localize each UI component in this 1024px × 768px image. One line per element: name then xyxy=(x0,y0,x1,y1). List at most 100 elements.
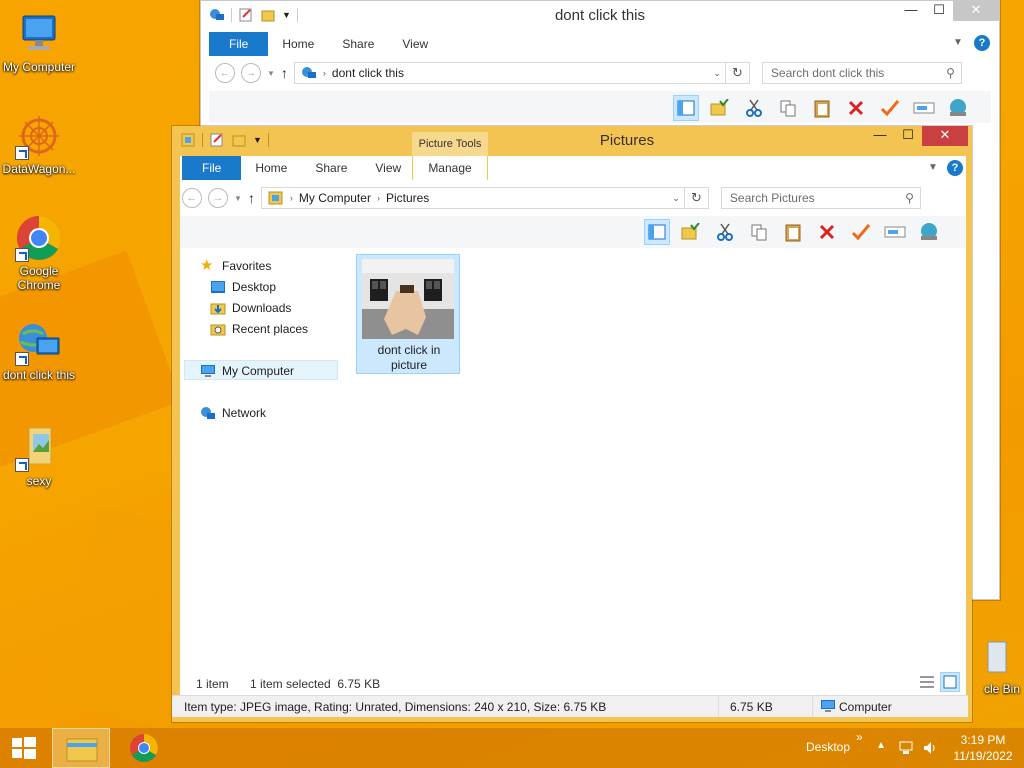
title-bar[interactable]: ▼ dont click this — ☐ ✕ xyxy=(201,1,999,31)
paste-icon[interactable] xyxy=(780,219,806,245)
desktop-icon-my-computer[interactable]: My Computer xyxy=(0,10,79,74)
tab-view[interactable]: View xyxy=(388,32,442,56)
pictures-library-icon[interactable] xyxy=(180,132,196,148)
search-input[interactable]: Search Pictures ⚲ xyxy=(720,187,921,209)
select-folder-icon[interactable] xyxy=(707,95,733,121)
close-button[interactable]: ✕ xyxy=(922,126,968,146)
start-button[interactable] xyxy=(0,728,48,768)
file-item-dont-click-in-picture[interactable]: dont click in picture xyxy=(356,254,460,374)
nav-favorites[interactable]: ★ Favorites xyxy=(200,256,271,276)
up-button[interactable]: ↑ xyxy=(281,65,288,81)
file-name-line: picture xyxy=(390,358,428,372)
close-button[interactable]: ✕ xyxy=(953,1,999,21)
details-bar: Item type: JPEG image, Rating: Unrated, … xyxy=(172,695,968,717)
status-item-count: 1 item xyxy=(196,677,229,691)
globe-icon[interactable] xyxy=(916,219,942,245)
ribbon-expand-icon[interactable]: ▼ xyxy=(953,37,963,48)
search-placeholder: Search dont click this xyxy=(770,66,885,80)
new-folder-icon[interactable] xyxy=(231,132,247,148)
nav-downloads[interactable]: Downloads xyxy=(210,298,291,318)
rename-icon[interactable] xyxy=(911,95,937,121)
explorer-window-pictures[interactable]: ▼ Picture Tools Pictures — ☐ ✕ File Home… xyxy=(172,126,972,722)
recent-dropdown-icon[interactable]: ▼ xyxy=(234,194,242,203)
large-icons-view-icon[interactable] xyxy=(940,672,960,692)
show-hidden-icons[interactable]: ▲ xyxy=(876,740,886,751)
address-bar[interactable]: › My Computer › Pictures ⌄ xyxy=(260,187,685,209)
back-button[interactable]: ← xyxy=(182,188,202,208)
clock[interactable]: 3:19 PM 11/19/2022 xyxy=(946,732,1020,764)
cut-icon[interactable] xyxy=(712,219,738,245)
refresh-button[interactable]: ↻ xyxy=(684,187,709,209)
volume-icon[interactable] xyxy=(922,740,938,759)
layout-pane-icon[interactable] xyxy=(673,95,699,121)
breadcrumb-pictures[interactable]: Pictures xyxy=(386,191,429,205)
network-computer-icon xyxy=(301,67,316,78)
tab-home[interactable]: Home xyxy=(241,156,301,180)
nav-my-computer[interactable]: My Computer xyxy=(200,361,294,381)
address-dropdown-icon[interactable]: ⌄ xyxy=(713,68,721,79)
maximize-button[interactable]: ☐ xyxy=(894,126,922,146)
taskbar-chrome[interactable] xyxy=(116,728,172,768)
tab-manage[interactable]: Manage xyxy=(412,156,488,180)
downloads-folder-icon xyxy=(210,301,226,315)
desktop-icon-google-chrome[interactable]: Google Chrome xyxy=(0,214,79,292)
ribbon-expand-icon[interactable]: ▼ xyxy=(928,162,938,173)
nav-network[interactable]: Network xyxy=(200,403,266,423)
maximize-button[interactable]: ☐ xyxy=(925,1,953,21)
checkmark-icon[interactable] xyxy=(848,219,874,245)
help-icon[interactable]: ? xyxy=(974,35,990,51)
toolbar-chevron-icon[interactable]: » xyxy=(856,730,863,744)
minimize-button[interactable]: — xyxy=(897,1,925,21)
checkmark-icon[interactable] xyxy=(877,95,903,121)
layout-pane-icon[interactable] xyxy=(644,219,670,245)
minimize-button[interactable]: — xyxy=(866,126,894,146)
nav-desktop[interactable]: Desktop xyxy=(210,277,276,297)
desktop-icon-label: DataWagon... xyxy=(2,162,76,176)
address-dropdown-icon[interactable]: ⌄ xyxy=(672,193,680,204)
refresh-button[interactable]: ↻ xyxy=(725,62,750,84)
desktop-toolbar-label[interactable]: Desktop xyxy=(806,740,850,754)
paste-icon[interactable] xyxy=(809,95,835,121)
tab-share[interactable]: Share xyxy=(328,32,388,56)
chrome-icon xyxy=(130,734,158,762)
help-icon[interactable]: ? xyxy=(947,160,963,176)
chrome-icon xyxy=(15,214,63,262)
back-button[interactable]: ← xyxy=(215,63,235,83)
desktop-icon-datawagon[interactable]: DataWagon... xyxy=(0,112,79,176)
recent-dropdown-icon[interactable]: ▼ xyxy=(267,69,275,78)
up-button[interactable]: ↑ xyxy=(248,190,255,206)
rename-icon[interactable] xyxy=(882,219,908,245)
window-controls: — ☐ ✕ xyxy=(866,126,968,146)
cut-icon[interactable] xyxy=(741,95,767,121)
delete-icon[interactable] xyxy=(814,219,840,245)
copy-icon[interactable] xyxy=(775,95,801,121)
select-folder-icon[interactable] xyxy=(678,219,704,245)
tab-file[interactable]: File xyxy=(182,156,242,180)
details-view-icon[interactable] xyxy=(918,674,936,690)
tab-view[interactable]: View xyxy=(361,156,415,180)
forward-button[interactable]: → xyxy=(241,63,261,83)
taskbar-file-explorer[interactable] xyxy=(52,728,110,768)
address-bar[interactable]: › dont click this ⌄ xyxy=(293,62,726,84)
globe-icon[interactable] xyxy=(945,95,971,121)
search-input[interactable]: Search dont click this ⚲ xyxy=(761,62,962,84)
image-thumbnail xyxy=(362,259,454,339)
properties-icon[interactable] xyxy=(209,132,225,148)
details-text: Item type: JPEG image, Rating: Unrated, … xyxy=(184,699,607,714)
desktop-icon-sexy[interactable]: sexy xyxy=(0,424,79,488)
status-selection: 1 item selected 6.75 KB xyxy=(250,677,381,691)
quick-access-toolbar: ▼ xyxy=(180,132,269,148)
delete-icon[interactable] xyxy=(843,95,869,121)
nav-recent-places[interactable]: Recent places xyxy=(210,319,308,339)
title-bar[interactable]: ▼ Picture Tools Pictures — ☐ ✕ xyxy=(172,126,972,156)
tab-file[interactable]: File xyxy=(209,32,269,56)
tab-share[interactable]: Share xyxy=(301,156,361,180)
tab-home[interactable]: Home xyxy=(268,32,328,56)
qat-dropdown-icon[interactable]: ▼ xyxy=(253,135,262,145)
windows-logo-icon xyxy=(12,737,36,759)
desktop-icon-dont-click-this[interactable]: dont click this xyxy=(0,318,79,382)
forward-button[interactable]: → xyxy=(208,188,228,208)
copy-icon[interactable] xyxy=(746,219,772,245)
breadcrumb-my-computer[interactable]: My Computer xyxy=(299,191,371,205)
network-tray-icon[interactable] xyxy=(898,740,914,759)
